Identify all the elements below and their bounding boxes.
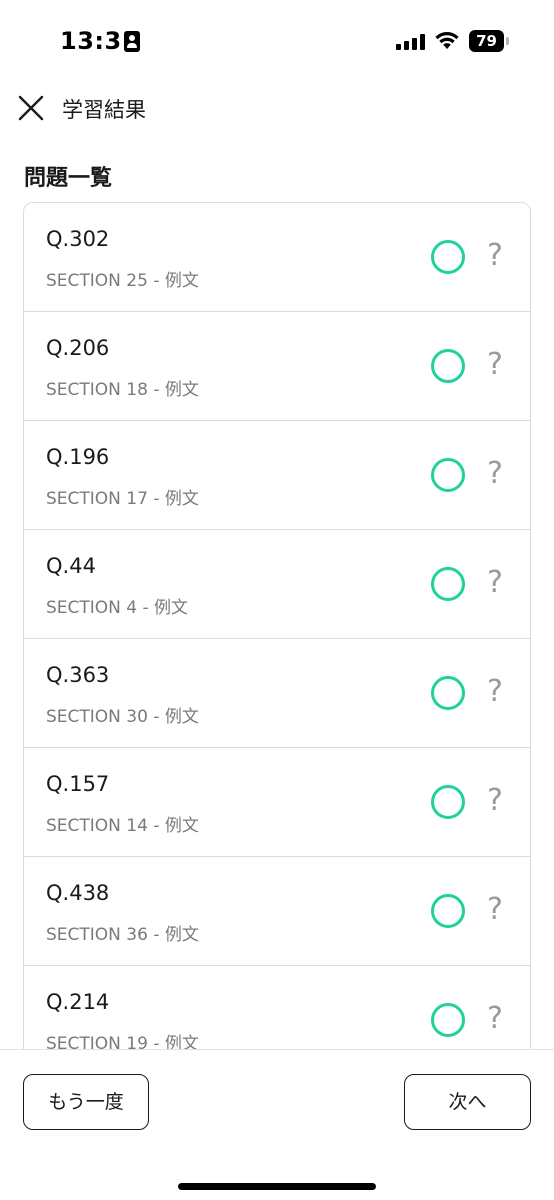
circle-correct-icon <box>431 458 465 492</box>
question-mark-icon[interactable]: ? <box>484 782 506 820</box>
question-label: Q.438 <box>46 881 110 905</box>
question-section: SECTION 36 - 例文 <box>46 925 199 945</box>
question-mark-icon[interactable]: ? <box>484 346 506 384</box>
circle-correct-icon <box>431 567 465 601</box>
question-section: SECTION 14 - 例文 <box>46 816 199 836</box>
question-section: SECTION 4 - 例文 <box>46 598 189 618</box>
section-title: 問題一覧 <box>24 166 113 191</box>
question-label: Q.363 <box>46 663 110 687</box>
next-button[interactable]: 次へ <box>404 1074 531 1130</box>
question-mark-icon[interactable]: ? <box>484 455 506 493</box>
circle-correct-icon <box>431 1003 465 1037</box>
question-row[interactable]: Q.438 SECTION 36 - 例文 ? <box>24 857 530 966</box>
battery-icon: 79 <box>469 30 509 52</box>
wifi-icon <box>435 31 459 49</box>
question-label: Q.44 <box>46 554 96 578</box>
question-row[interactable]: Q.196 SECTION 17 - 例文 ? <box>24 421 530 530</box>
circle-correct-icon <box>431 785 465 819</box>
question-section: SECTION 17 - 例文 <box>46 489 199 509</box>
cellular-signal-icon <box>396 34 426 50</box>
question-mark-icon[interactable]: ? <box>484 1000 506 1038</box>
question-mark-icon[interactable]: ? <box>484 673 506 711</box>
screen: 13:31 79 学習結果 問題一覧 Q.302 SECTION 25 - 例文 <box>0 0 554 1200</box>
retry-button[interactable]: もう一度 <box>23 1074 149 1130</box>
question-row[interactable]: Q.157 SECTION 14 - 例文 ? <box>24 748 530 857</box>
battery-level: 79 <box>469 30 504 52</box>
question-list: Q.302 SECTION 25 - 例文 ? Q.206 SECTION 18… <box>23 202 531 1102</box>
circle-correct-icon <box>431 676 465 710</box>
question-label: Q.214 <box>46 990 110 1014</box>
bottom-action-bar: もう一度 次へ <box>0 1049 554 1200</box>
question-label: Q.206 <box>46 336 110 360</box>
question-mark-icon[interactable]: ? <box>484 237 506 275</box>
close-icon[interactable] <box>18 95 44 121</box>
question-section: SECTION 25 - 例文 <box>46 271 199 291</box>
question-label: Q.302 <box>46 227 110 251</box>
question-mark-icon[interactable]: ? <box>484 891 506 929</box>
question-row[interactable]: Q.206 SECTION 18 - 例文 ? <box>24 312 530 421</box>
question-mark-icon[interactable]: ? <box>484 564 506 602</box>
question-row[interactable]: Q.302 SECTION 25 - 例文 ? <box>24 203 530 312</box>
question-label: Q.157 <box>46 772 110 796</box>
circle-correct-icon <box>431 349 465 383</box>
question-section: SECTION 30 - 例文 <box>46 707 199 727</box>
circle-correct-icon <box>431 240 465 274</box>
contact-card-icon <box>124 31 140 52</box>
status-bar: 13:31 79 <box>0 0 554 80</box>
question-label: Q.196 <box>46 445 110 469</box>
header: 学習結果 <box>0 84 554 130</box>
question-section: SECTION 18 - 例文 <box>46 380 199 400</box>
page-title: 学習結果 <box>62 98 146 122</box>
home-indicator[interactable] <box>178 1183 376 1190</box>
question-row[interactable]: Q.363 SECTION 30 - 例文 ? <box>24 639 530 748</box>
circle-correct-icon <box>431 894 465 928</box>
question-row[interactable]: Q.44 SECTION 4 - 例文 ? <box>24 530 530 639</box>
